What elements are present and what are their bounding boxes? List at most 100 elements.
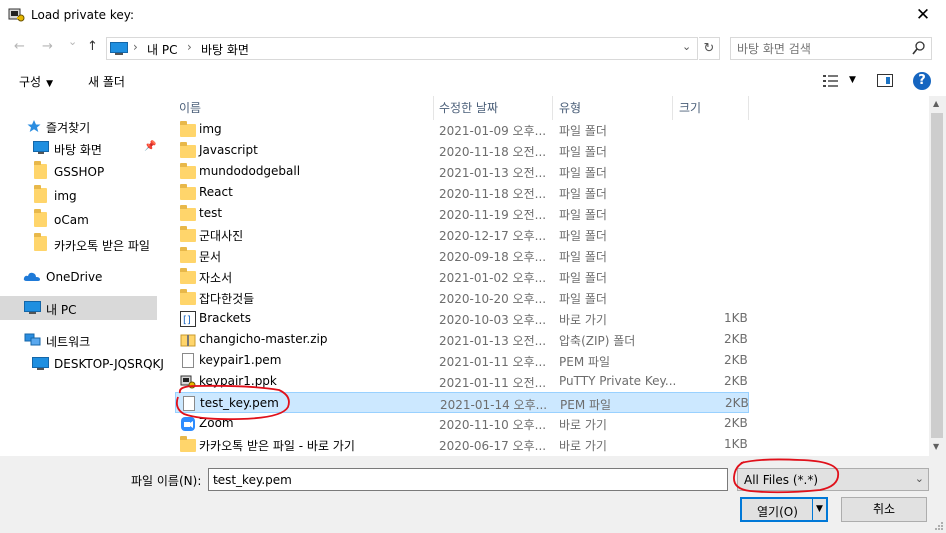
sidebar-item-img[interactable]: img xyxy=(0,184,157,208)
column-divider[interactable] xyxy=(433,96,434,120)
search-input[interactable] xyxy=(737,41,907,56)
file-type-icon xyxy=(180,416,196,435)
cancel-button[interactable]: 취소 xyxy=(841,497,927,522)
sidebar-item-label: 내 PC xyxy=(46,303,77,317)
organize-button[interactable]: 구성 ▼ xyxy=(19,73,53,90)
close-icon[interactable]: ✕ xyxy=(900,0,946,31)
file-type-value[interactable]: All Files (*.*) xyxy=(744,473,818,487)
open-button[interactable]: 열기(O) ▼ xyxy=(740,497,828,522)
column-divider[interactable] xyxy=(672,96,673,120)
sidebar-item-desktop-computer[interactable]: DESKTOP-JQSRQKJ xyxy=(0,352,164,376)
sidebar-item-ocam[interactable]: oCam xyxy=(0,208,157,232)
sidebar-item-kakaotalk-files[interactable]: 카카오톡 받은 파일 xyxy=(0,232,157,256)
open-button-label: 열기(O) xyxy=(757,505,798,519)
new-folder-button[interactable]: 새 폴더 xyxy=(88,73,125,90)
breadcrumb-desktop[interactable]: 바탕 화면 xyxy=(201,41,249,58)
file-name: Zoom xyxy=(199,416,234,430)
chevron-down-icon[interactable]: ⌄ xyxy=(915,472,924,485)
sidebar-item-label: OneDrive xyxy=(46,270,103,284)
address-bar[interactable]: › 내 PC › 바탕 화면 ⌄ xyxy=(106,37,698,60)
scroll-down-icon[interactable]: ▼ xyxy=(933,442,939,451)
file-date: 2020-10-03 오후... xyxy=(439,313,547,327)
title-bar: Load private key: ✕ xyxy=(0,0,946,31)
organize-label: 구성 xyxy=(19,75,42,89)
folder-icon xyxy=(180,142,196,158)
search-box[interactable] xyxy=(730,37,932,60)
file-type-filter[interactable]: All Files (*.*) ⌄ xyxy=(737,468,929,491)
sidebar-item-desktop[interactable]: 바탕 화면 📌 xyxy=(0,136,157,160)
breadcrumb-my-pc[interactable]: 내 PC xyxy=(147,41,177,58)
zoom-app-icon xyxy=(181,417,195,431)
file-date: 2021-01-11 오후... xyxy=(439,355,547,369)
sidebar-item-onedrive[interactable]: OneDrive xyxy=(0,265,157,289)
file-size: 1KB xyxy=(724,311,748,325)
chevron-down-icon[interactable]: ⌄ xyxy=(682,40,691,53)
resize-grip-icon[interactable] xyxy=(934,521,944,531)
recent-locations-chevron-icon[interactable]: ⌄ xyxy=(68,35,77,48)
file-type: 파일 폴더 xyxy=(559,292,607,306)
chevron-down-icon[interactable]: ⌄ xyxy=(213,472,723,485)
file-row[interactable]: 문서 2020-09-18 오후... 파일 폴더 xyxy=(175,245,749,266)
file-row[interactable]: test 2020-11-19 오전... 파일 폴더 xyxy=(175,203,749,224)
file-size: 2KB xyxy=(725,396,749,410)
file-row[interactable]: React 2020-11-18 오전... 파일 폴더 xyxy=(175,182,749,203)
file-row[interactable]: 자소서 2021-01-02 오후... 파일 폴더 xyxy=(175,266,749,287)
file-row[interactable]: keypair1.ppk 2021-01-11 오전... PuTTY Privat… xyxy=(175,371,749,392)
folder-shape xyxy=(34,185,47,203)
column-header-size[interactable]: 크기 xyxy=(679,99,701,116)
file-row[interactable]: keypair1.pem 2021-01-11 오후... PEM 파일 2KB xyxy=(175,350,749,371)
folder-icon xyxy=(180,184,196,200)
preview-pane-icon[interactable] xyxy=(877,74,893,87)
search-icon xyxy=(912,41,925,55)
file-type: PEM 파일 xyxy=(559,355,611,369)
file-size: 2KB xyxy=(724,416,748,430)
column-header-type[interactable]: 유형 xyxy=(559,99,581,116)
file-name: changicho-master.zip xyxy=(199,332,328,346)
folder-icon xyxy=(180,205,196,221)
file-type-icon xyxy=(180,353,194,368)
sidebar-item-favorites[interactable]: 즐겨찾기 xyxy=(0,114,157,138)
file-row[interactable]: 군대사진 2020-12-17 오후... 파일 폴더 xyxy=(175,224,749,245)
file-date: 2021-01-13 오전... xyxy=(439,166,547,180)
folder-icon xyxy=(34,233,47,251)
column-header-modified[interactable]: 수정한 날짜 xyxy=(439,99,498,116)
sidebar-item-network[interactable]: 네트워크 xyxy=(0,328,157,352)
file-type-icon xyxy=(180,374,196,393)
help-icon[interactable]: ? xyxy=(913,72,931,90)
file-type: 파일 폴더 xyxy=(559,124,607,138)
file-row[interactable]: changicho-master.zip 2021-01-13 오전... 압축(Z… xyxy=(175,329,749,350)
file-row[interactable]: Javascript 2020-11-18 오전... 파일 폴더 xyxy=(175,140,749,161)
sidebar-item-label: GSSHOP xyxy=(54,165,105,179)
file-row[interactable]: 잡다한것들 2020-10-20 오후... 파일 폴더 xyxy=(175,287,749,308)
file-row[interactable]: mundododgeball 2021-01-13 오전... 파일 폴더 xyxy=(175,161,749,182)
file-row[interactable]: [] Brackets 2020-10-03 오후... 바로 가기 1KB xyxy=(175,308,749,329)
column-header-name[interactable]: 이름 xyxy=(179,99,201,116)
file-row[interactable]: test_key.pem 2021-01-14 오후... PEM 파일 2KB xyxy=(175,392,749,413)
open-options-caret-icon[interactable]: ▼ xyxy=(812,499,826,520)
forward-arrow-icon[interactable]: → xyxy=(42,39,53,54)
refresh-button[interactable]: ↻ xyxy=(699,37,720,60)
file-date: 2021-01-14 오후... xyxy=(440,398,548,412)
view-options-icon[interactable] xyxy=(823,74,841,88)
command-bar: 구성 ▼ 새 폴더 xyxy=(0,64,946,96)
file-type-icon xyxy=(180,142,196,158)
column-divider[interactable] xyxy=(748,96,749,120)
scroll-up-icon[interactable]: ▲ xyxy=(933,99,939,108)
file-row[interactable]: 카카오톡 받은 파일 - 바로 가기 2020-06-17 오후... 바로 가기 1… xyxy=(175,434,749,455)
filename-input[interactable]: test_key.pem ⌄ xyxy=(208,468,728,491)
vertical-scrollbar[interactable]: ▲ ▼ xyxy=(929,96,946,456)
file-date: 2021-01-11 오전... xyxy=(439,376,547,390)
file-row[interactable]: Zoom 2020-11-10 오후... 바로 가기 2KB xyxy=(175,413,749,434)
star-icon xyxy=(27,120,41,132)
pin-icon[interactable]: 📌 xyxy=(144,141,156,152)
folder-icon xyxy=(180,226,196,242)
sidebar-item-gsshop[interactable]: GSSHOP xyxy=(0,160,157,184)
sidebar-item-label: 바탕 화면 xyxy=(54,143,102,157)
file-row[interactable]: img 2021-01-09 오후... 파일 폴더 xyxy=(175,119,749,140)
scroll-thumb[interactable] xyxy=(931,113,943,438)
sidebar-item-my-pc[interactable]: 내 PC xyxy=(0,296,157,320)
back-arrow-icon[interactable]: ← xyxy=(14,39,25,54)
up-arrow-icon[interactable]: ↑ xyxy=(87,39,98,54)
view-options-caret-icon[interactable]: ▼ xyxy=(849,75,856,85)
column-divider[interactable] xyxy=(552,96,553,120)
